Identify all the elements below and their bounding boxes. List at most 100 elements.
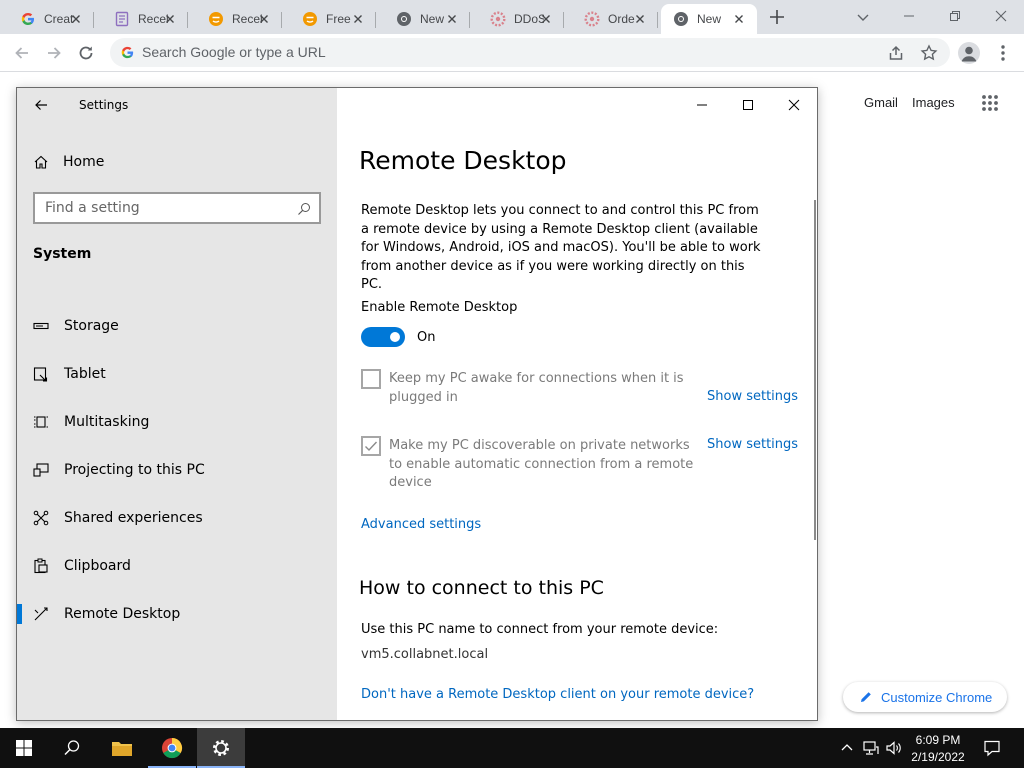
projecting-icon <box>33 463 49 477</box>
taskbar-chrome[interactable] <box>148 728 196 768</box>
google-apps-icon[interactable] <box>981 94 999 112</box>
search-icon <box>64 740 80 756</box>
restore-icon <box>950 11 960 21</box>
images-link[interactable]: Images <box>912 95 955 110</box>
settings-maximize-button[interactable] <box>725 92 771 118</box>
tab[interactable]: Free <box>290 4 376 34</box>
tab-separator <box>281 12 282 28</box>
settings-window: Settings Home Find a setting System Stor… <box>16 87 818 721</box>
content-scrollbar[interactable] <box>814 200 816 540</box>
tab-strip: Creat Recei Recei Free New DDoS Orde New <box>0 0 1024 34</box>
taskbar-file-explorer[interactable] <box>98 728 146 768</box>
storage-icon <box>33 322 49 330</box>
back-arrow-icon[interactable] <box>33 97 49 113</box>
tab[interactable]: DDoS <box>478 4 564 34</box>
orange-emoji-favicon-icon <box>303 12 317 26</box>
no-client-link[interactable]: Don't have a Remote Desktop client on yo… <box>361 687 754 702</box>
chrome-icon <box>162 737 183 759</box>
clock-time[interactable]: 6:09 PM <box>906 733 970 747</box>
chevron-up-icon[interactable] <box>838 739 856 757</box>
back-icon[interactable] <box>12 43 32 63</box>
more-menu-icon[interactable] <box>994 43 1012 63</box>
tab-close-icon[interactable] <box>68 11 84 27</box>
sidebar-item-remote-desktop[interactable]: Remote Desktop <box>17 594 337 634</box>
profile-avatar[interactable] <box>958 42 980 64</box>
maximize-icon <box>743 100 753 110</box>
sidebar-item-home[interactable]: Home <box>33 152 104 172</box>
tab-close-icon[interactable] <box>256 11 272 27</box>
keep-awake-checkbox[interactable] <box>361 369 381 389</box>
folder-icon <box>112 742 132 756</box>
show-settings-link-discoverable[interactable]: Show settings <box>707 437 798 452</box>
sidebar-item-tablet[interactable]: Tablet <box>17 354 337 394</box>
advanced-settings-link[interactable]: Advanced settings <box>361 517 481 532</box>
sidebar-item-label: Clipboard <box>64 558 131 574</box>
tab-separator <box>657 12 658 28</box>
sidebar-item-clipboard[interactable]: Clipboard <box>17 546 337 586</box>
sidebar-item-storage[interactable]: Storage <box>17 306 337 346</box>
tab[interactable]: Creat <box>8 4 94 34</box>
page-description: Remote Desktop lets you connect to and c… <box>361 203 761 292</box>
share-icon[interactable] <box>887 44 905 62</box>
section-heading: How to connect to this PC <box>359 577 604 599</box>
settings-close-button[interactable] <box>771 92 817 118</box>
tab-close-icon[interactable] <box>731 11 747 27</box>
sidebar-item-multitasking[interactable]: Multitasking <box>17 402 337 442</box>
tab-close-icon[interactable] <box>538 11 554 27</box>
tab[interactable]: New <box>384 4 470 34</box>
discoverable-checkbox[interactable] <box>361 436 381 456</box>
network-icon[interactable] <box>862 739 880 757</box>
sidebar-item-shared-experiences[interactable]: Shared experiences <box>17 498 337 538</box>
new-tab-icon[interactable] <box>766 6 788 28</box>
gmail-link[interactable]: Gmail <box>864 95 898 110</box>
chrome-favicon-icon <box>397 12 411 26</box>
tab-close-icon[interactable] <box>632 11 648 27</box>
tab-close-icon[interactable] <box>444 11 460 27</box>
tab-active[interactable]: New <box>661 4 757 34</box>
sidebar-section-title: System <box>33 246 92 262</box>
toggle-knob <box>390 332 400 342</box>
sidebar-item-projecting[interactable]: Projecting to this PC <box>17 450 337 490</box>
customize-chrome-button[interactable]: Customize Chrome <box>843 682 1007 712</box>
close-icon <box>788 99 800 111</box>
settings-window-title: Settings <box>79 98 129 112</box>
clock-date[interactable]: 2/19/2022 <box>906 750 970 764</box>
close-button[interactable] <box>978 0 1024 32</box>
reload-icon[interactable] <box>76 43 96 63</box>
taskbar-search-button[interactable] <box>48 728 96 768</box>
tab-separator <box>187 12 188 28</box>
minimize-button[interactable] <box>886 0 932 32</box>
find-setting-input[interactable]: Find a setting <box>33 192 321 224</box>
settings-sidebar: Settings Home Find a setting System Stor… <box>17 88 337 720</box>
tab[interactable]: Orde <box>572 4 658 34</box>
chevron-down-icon[interactable] <box>854 8 872 26</box>
tab[interactable]: Recei <box>102 4 188 34</box>
restore-button[interactable] <box>932 0 978 32</box>
sidebar-item-label: Storage <box>64 318 119 334</box>
taskbar-settings[interactable] <box>197 728 245 768</box>
settings-minimize-button[interactable] <box>679 92 725 118</box>
enable-remote-desktop-toggle[interactable] <box>361 327 405 347</box>
tab[interactable]: Recei <box>196 4 282 34</box>
tab-separator <box>93 12 94 28</box>
show-settings-link-awake[interactable]: Show settings <box>707 389 798 404</box>
tab-close-icon[interactable] <box>162 11 178 27</box>
start-button[interactable] <box>0 728 48 768</box>
sidebar-item-label: Projecting to this PC <box>64 462 205 478</box>
pc-name-instruction: Use this PC name to connect from your re… <box>361 622 719 637</box>
address-bar[interactable]: Search Google or type a URL <box>110 38 950 67</box>
tablet-icon <box>33 367 48 382</box>
bookmark-star-icon[interactable] <box>920 44 938 62</box>
volume-icon[interactable] <box>885 739 903 757</box>
forward-icon[interactable] <box>44 43 64 63</box>
sidebar-item-label: Multitasking <box>64 414 150 430</box>
tab-separator <box>469 12 470 28</box>
shared-experiences-icon <box>33 510 49 526</box>
google-g-icon <box>21 13 34 25</box>
pencil-icon <box>861 692 871 702</box>
tab-close-icon[interactable] <box>350 11 366 27</box>
chrome-favicon-icon <box>674 12 688 26</box>
pink-gear-favicon-icon <box>490 11 506 27</box>
notification-icon[interactable] <box>983 739 1001 757</box>
toggle-state-label: On <box>417 330 436 345</box>
